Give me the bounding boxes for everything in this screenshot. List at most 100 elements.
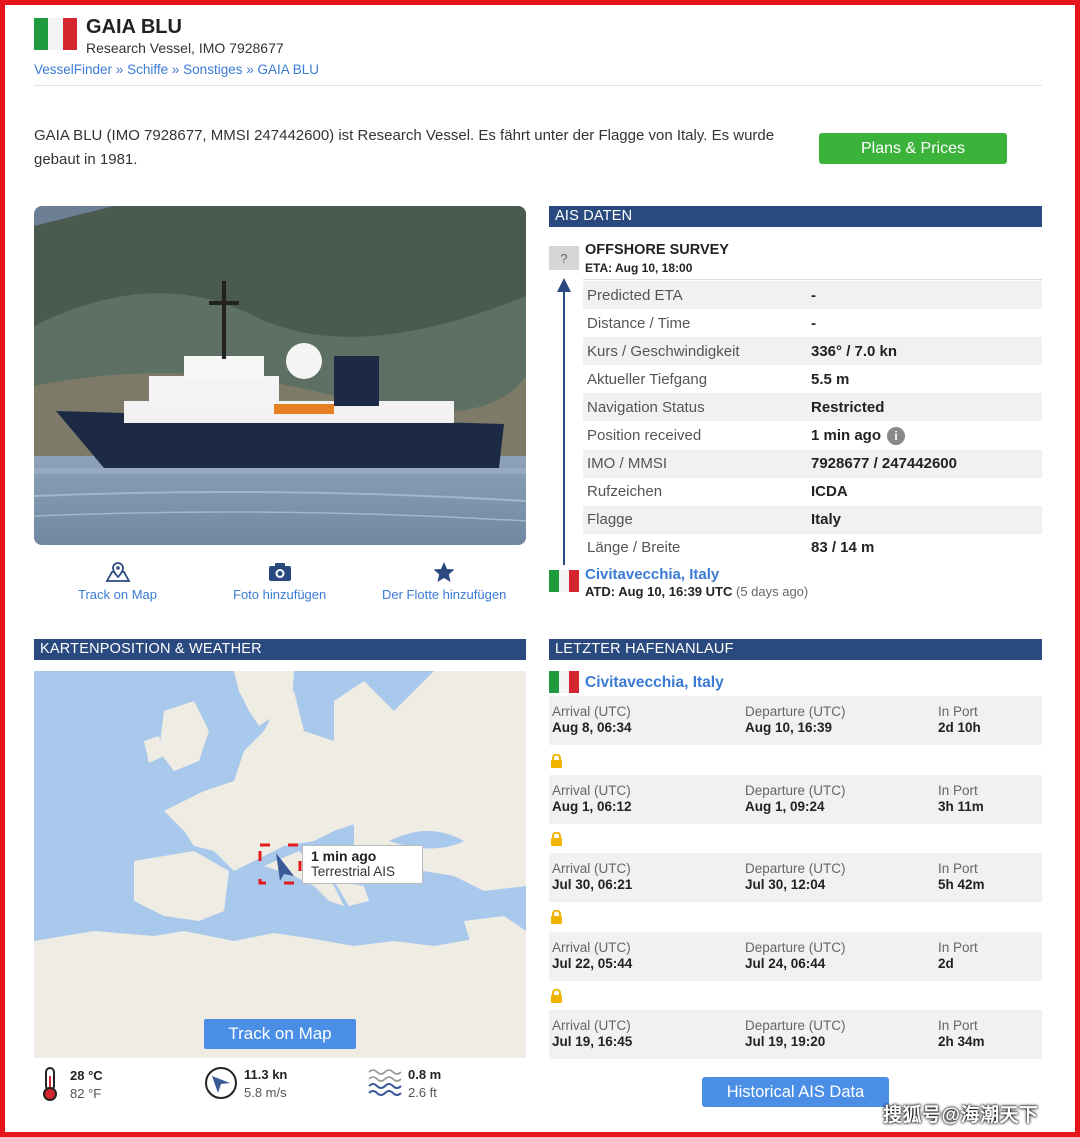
departure-value: Aug 1, 09:24 — [745, 799, 825, 814]
breadcrumb-separator: » — [115, 62, 124, 77]
ais-value: ICDA — [811, 483, 848, 501]
departure-label: Departure (UTC) — [745, 940, 846, 955]
ais-row: IMO / MMSI 7928677 / 247442600 — [583, 449, 1042, 478]
port-call-row: Arrival (UTC) Jul 30, 06:21 Departure (UT… — [549, 853, 1042, 902]
port-calls-section-header: LETZTER HAFENANLAUF — [549, 639, 1042, 660]
ais-value: 5.5 m — [811, 370, 850, 388]
arrival-value: Jul 30, 06:21 — [552, 877, 633, 892]
departure-value: Jul 19, 19:20 — [745, 1034, 826, 1049]
temperature-celsius: 28 °C — [70, 1067, 103, 1083]
port-call-row: Arrival (UTC) Aug 1, 06:12 Departure (UTC… — [549, 775, 1042, 824]
vessel-description: GAIA BLU (IMO 7928677, MMSI 247442600) i… — [34, 127, 775, 168]
add-to-fleet-action[interactable]: Der Flotte hinzufügen — [382, 561, 506, 602]
ais-row: Navigation Status Restricted — [583, 393, 1042, 422]
ais-key: Position received — [587, 427, 702, 445]
camera-icon — [268, 563, 291, 581]
ais-key: Distance / Time — [587, 314, 691, 332]
wave-height-m: 0.8 m — [408, 1066, 442, 1082]
breadcrumb-schiffe[interactable]: Schiffe — [127, 62, 168, 77]
ais-row: Distance / Time - — [583, 309, 1042, 337]
ais-value: 336° / 7.0 kn — [811, 342, 898, 360]
in-port-value: 5h 42m — [938, 877, 985, 892]
in-port-label: In Port — [938, 1018, 978, 1033]
thermometer-icon — [43, 1067, 57, 1101]
add-photo-action[interactable]: Foto hinzufügen — [233, 561, 326, 602]
weather-waves: 0.8 m 2.6 ft — [368, 1066, 441, 1100]
atd-ago: (5 days ago) — [735, 584, 809, 599]
destination: OFFSHORE SURVEY — [585, 242, 729, 258]
breadcrumb-sonstiges[interactable]: Sonstiges — [183, 62, 242, 77]
departure-value: Jul 24, 06:44 — [745, 956, 826, 971]
ais-row: Predicted ETA - — [583, 281, 1042, 310]
ais-value: Restricted — [811, 398, 885, 416]
unknown-destination-flag: ? — [549, 246, 579, 270]
vessel-name: GAIA BLU — [86, 16, 182, 38]
italy-flag-icon — [549, 570, 579, 592]
vessel-position-map[interactable] — [34, 671, 526, 1058]
map-pin-icon — [104, 562, 131, 582]
ais-row: Flagge Italy — [583, 505, 1042, 534]
temperature-fahrenheit: 82 °F — [70, 1085, 102, 1101]
track-on-map-action[interactable]: Track on Map — [78, 561, 157, 602]
arrival-value: Jul 19, 16:45 — [552, 1034, 633, 1049]
ais-key: IMO / MMSI — [587, 455, 667, 473]
ais-key: Länge / Breite — [587, 539, 681, 557]
departure-label: Departure (UTC) — [745, 704, 846, 719]
in-port-label: In Port — [938, 940, 978, 955]
departure-value: Aug 10, 16:39 — [745, 720, 833, 735]
position-received-value: 1 min ago — [811, 427, 882, 445]
breadcrumb-vesselfinder[interactable]: VesselFinder — [34, 62, 112, 77]
ais-key: Flagge — [587, 511, 633, 529]
arrival-value: Aug 8, 06:34 — [552, 720, 632, 735]
arrival-label: Arrival (UTC) — [552, 1018, 631, 1033]
tooltip-time: 1 min ago — [311, 848, 377, 864]
arrival-label: Arrival (UTC) — [552, 861, 631, 876]
track-on-map-button[interactable]: Track on Map — [204, 1019, 356, 1049]
italy-flag-icon — [549, 671, 579, 693]
wind-speed-ms: 5.8 m/s — [244, 1084, 287, 1100]
ais-value-position-received: 1 min ago i — [811, 426, 906, 445]
ais-section-header: AIS DATEN — [549, 206, 1042, 227]
vessel-subtitle: Research Vessel, IMO 7928677 — [86, 40, 284, 56]
departure-port-link[interactable]: Civitavecchia, Italy — [585, 566, 719, 583]
breadcrumb-separator: » — [246, 62, 254, 77]
arrival-value: Aug 1, 06:12 — [552, 799, 632, 814]
in-port-value: 3h 11m — [938, 799, 984, 814]
departure-label: Departure (UTC) — [745, 783, 846, 798]
departure-label: Departure (UTC) — [745, 1018, 846, 1033]
info-icon[interactable]: i — [887, 426, 906, 445]
weather-wind: 11.3 kn 5.8 m/s — [204, 1066, 287, 1100]
breadcrumb-current[interactable]: GAIA BLU — [258, 62, 320, 77]
eta: ETA: Aug 10, 18:00 — [585, 261, 693, 275]
lock-icon[interactable] — [550, 910, 563, 924]
ais-row: Kurs / Geschwindigkeit 336° / 7.0 kn — [583, 337, 1042, 366]
ais-value: - — [811, 286, 816, 304]
ais-row: Rufzeichen ICDA — [583, 478, 1042, 506]
arrival-label: Arrival (UTC) — [552, 783, 631, 798]
arrival-label: Arrival (UTC) — [552, 704, 631, 719]
position-tooltip: 1 min ago Terrestrial AIS — [302, 845, 423, 884]
lock-icon[interactable] — [550, 754, 563, 768]
departure-value: Jul 30, 12:04 — [745, 877, 826, 892]
atd-time: ATD: Aug 10, 16:39 UTC — [585, 584, 733, 599]
lock-icon[interactable] — [550, 832, 563, 846]
voyage-timeline — [563, 282, 565, 565]
in-port-value: 2d — [938, 956, 954, 971]
last-port-link[interactable]: Civitavecchia, Italy — [585, 674, 724, 692]
lock-icon[interactable] — [550, 989, 563, 1003]
wind-compass-icon — [205, 1067, 237, 1099]
in-port-value: 2h 34m — [938, 1034, 985, 1049]
port-call-row: Arrival (UTC) Jul 22, 05:44 Departure (UT… — [549, 932, 1042, 981]
ais-row: Länge / Breite 83 / 14 m — [583, 534, 1042, 562]
historical-ais-data-button[interactable]: Historical AIS Data — [702, 1077, 889, 1107]
map-section-header: KARTENPOSITION & WEATHER — [34, 639, 526, 660]
wave-height-ft: 2.6 ft — [408, 1084, 437, 1100]
ais-key: Rufzeichen — [587, 483, 663, 501]
ais-key: Kurs / Geschwindigkeit — [587, 342, 740, 360]
plans-prices-button[interactable]: Plans & Prices — [819, 133, 1007, 164]
waves-icon — [368, 1069, 402, 1096]
in-port-value: 2d 10h — [938, 720, 981, 735]
vessel-photo — [34, 206, 526, 545]
watermark: 搜狐号@海潮天下 — [883, 1105, 1039, 1126]
star-icon — [433, 562, 455, 582]
